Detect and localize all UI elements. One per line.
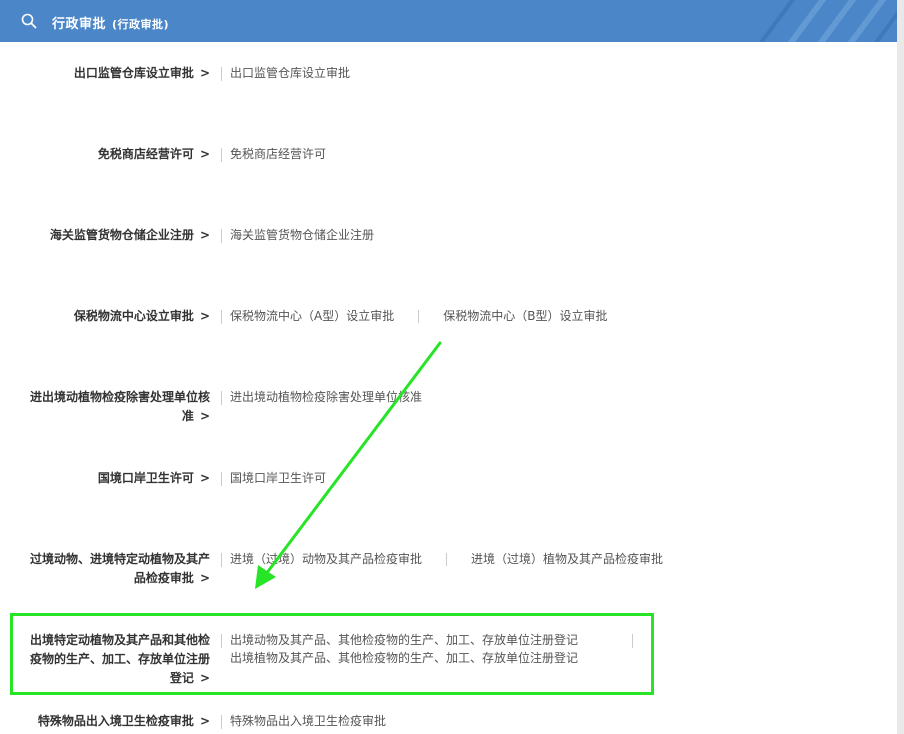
divider [221, 715, 222, 729]
item-link[interactable]: 保税物流中心（B型）设立审批 [443, 307, 607, 325]
divider [221, 472, 222, 486]
divider [221, 67, 222, 81]
category-link[interactable]: 特殊物品出入境卫生检疫审批 > [10, 712, 210, 731]
header-decoration [758, 0, 897, 42]
category-label: 特殊物品出入境卫生检疫审批 [37, 714, 194, 728]
category-label: 免税商店经营许可 [97, 147, 194, 161]
divider [221, 391, 222, 405]
header-title: 行政审批 [52, 17, 107, 32]
chevron-right-icon: > [199, 309, 210, 323]
item-link[interactable]: 海关监管货物仓储企业注册 [230, 226, 374, 244]
chevron-right-icon: > [199, 714, 210, 728]
category-link[interactable]: 出口监管仓库设立审批 > [10, 64, 210, 83]
item-link[interactable]: 进境（过境）植物及其产品检疫审批 [471, 550, 663, 568]
divider [221, 310, 222, 324]
chevron-right-icon: > [199, 228, 210, 242]
item-link[interactable]: 进出境动植物检疫除害处理单位核准 [230, 388, 422, 406]
scrollbar-track[interactable] [897, 0, 904, 734]
chevron-right-icon: > [199, 571, 210, 585]
divider [221, 229, 222, 243]
category-link[interactable]: 国境口岸卫生许可 > [10, 469, 210, 488]
chevron-right-icon: > [199, 409, 210, 423]
category-label: 出口监管仓库设立审批 [73, 66, 194, 80]
section-header: 行政审批 (行政审批) [0, 0, 897, 42]
item-link[interactable]: 国境口岸卫生许可 [230, 469, 326, 487]
category-link[interactable]: 免税商店经营许可 > [10, 145, 210, 164]
item-link[interactable]: 进境（过境）动物及其产品检疫审批 [230, 550, 422, 568]
divider [221, 148, 222, 162]
category-label: 进出境动植物检疫除害处理单位核 [29, 390, 210, 404]
page-title: 行政审批 (行政审批) [52, 13, 169, 32]
category-label: 保税物流中心设立审批 [73, 309, 194, 323]
category-link[interactable]: 海关监管货物仓储企业注册 > [10, 226, 210, 245]
divider [221, 553, 222, 567]
item-link[interactable]: 出口监管仓库设立审批 [230, 64, 350, 82]
category-label: 国境口岸卫生许可 [97, 471, 194, 485]
category-link[interactable]: 进出境动植物检疫除害处理单位核 准 > [10, 388, 210, 426]
category-label: 准 [181, 409, 194, 423]
item-link[interactable]: 保税物流中心（A型）设立审批 [230, 307, 394, 325]
category-link[interactable]: 过境动物、进境特定动植物及其产 品检疫审批 > [10, 550, 210, 588]
item-link[interactable]: 特殊物品出入境卫生检疫审批 [230, 712, 386, 730]
highlight-box [10, 613, 654, 695]
header-subtitle: (行政审批) [112, 18, 170, 31]
category-label: 海关监管货物仓储企业注册 [49, 228, 194, 242]
item-link[interactable]: 免税商店经营许可 [230, 145, 326, 163]
chevron-right-icon: > [199, 147, 210, 161]
chevron-right-icon: > [199, 471, 210, 485]
divider [418, 310, 420, 323]
category-label: 过境动物、进境特定动植物及其产 [29, 552, 210, 566]
category-link[interactable]: 保税物流中心设立审批 > [10, 307, 210, 326]
chevron-right-icon: > [199, 66, 210, 80]
search-icon[interactable] [20, 12, 38, 30]
category-label: 品检疫审批 [133, 571, 194, 585]
divider [446, 553, 448, 566]
